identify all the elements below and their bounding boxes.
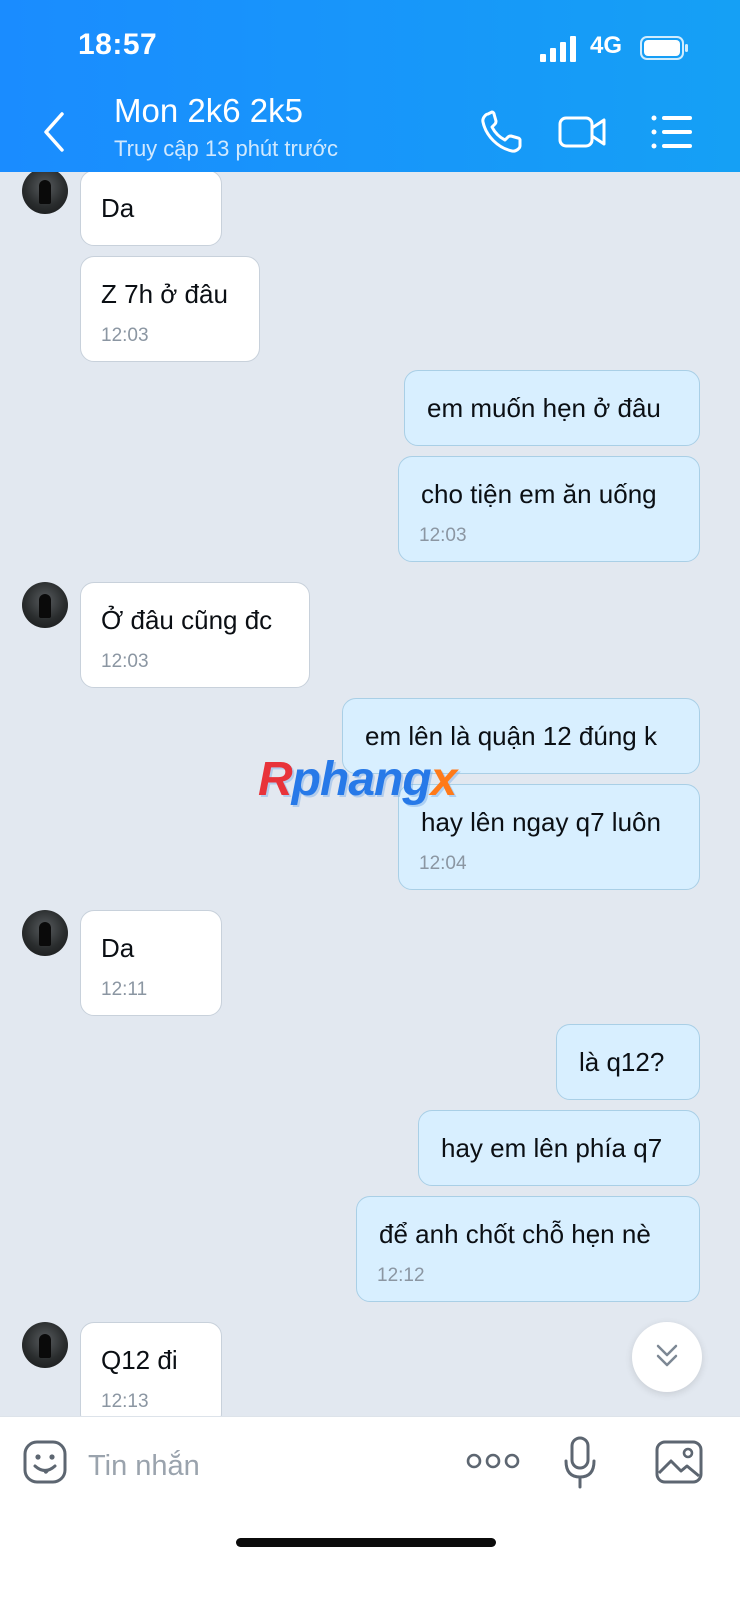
contact-avatar[interactable] [22,582,68,628]
home-indicator[interactable] [236,1538,496,1547]
contact-avatar[interactable] [22,1322,68,1368]
signal-icon [540,36,576,62]
incoming-message[interactable]: Da [80,172,222,246]
microphone-icon[interactable] [562,1435,598,1491]
outgoing-message[interactable]: em muốn hẹn ở đâu [404,370,700,446]
contact-avatar[interactable] [22,910,68,956]
message-list[interactable]: Da Z 7h ở đâu 12:03 em muốn hẹn ở đâu ch… [0,172,740,1444]
message-text: em lên là quận 12 đúng k [365,721,657,751]
message-text: Z 7h ở đâu [101,279,228,309]
message-composer [0,1416,740,1601]
phone-icon[interactable] [476,106,530,158]
message-text: để anh chốt chỗ hẹn nè [379,1219,651,1249]
watermark-logo: Rphangx [258,753,457,806]
contact-avatar[interactable] [22,172,68,214]
message-text: Ở đâu cũng đc [101,605,273,635]
message-text: em muốn hẹn ở đâu [427,393,661,423]
double-chevron-down-icon [656,1344,678,1367]
image-icon[interactable] [654,1439,704,1485]
scroll-to-bottom-button[interactable] [632,1322,702,1392]
chat-header: 18:57 4G Mon 2k6 2k5 Truy cập 13 phút tr… [0,0,740,172]
last-seen-status: Truy cập 13 phút trước [114,136,338,161]
message-time: 12:11 [101,979,148,1000]
outgoing-message[interactable]: để anh chốt chỗ hẹn nè 12:12 [356,1196,700,1302]
message-time: 12:12 [377,1265,425,1286]
message-text: hay em lên phía q7 [441,1133,663,1163]
message-input[interactable] [86,1445,420,1487]
outgoing-message[interactable]: là q12? [556,1024,700,1100]
network-type: 4G [590,32,623,59]
message-time: 12:13 [101,1391,149,1412]
message-text: là q12? [579,1047,665,1077]
message-time: 12:03 [419,525,467,546]
message-text: hay lên ngay q7 luôn [421,807,661,837]
message-time: 12:03 [101,325,149,346]
message-time: 12:04 [419,853,467,874]
incoming-message[interactable]: Ở đâu cũng đc 12:03 [80,582,310,688]
battery-icon [640,36,688,60]
outgoing-message[interactable]: hay em lên phía q7 [418,1110,700,1186]
more-icon[interactable] [466,1451,520,1471]
incoming-message[interactable]: Z 7h ở đâu 12:03 [80,256,260,362]
back-icon[interactable] [38,108,74,156]
menu-icon[interactable] [646,106,700,158]
sticker-icon[interactable] [22,1439,68,1485]
message-text: Da [101,193,135,223]
video-call-icon[interactable] [556,106,610,158]
status-time: 18:57 [78,28,158,61]
message-text: cho tiện em ăn uống [421,479,657,509]
contact-name[interactable]: Mon 2k6 2k5 [114,92,303,130]
message-time: 12:03 [101,651,149,672]
incoming-message[interactable]: Da 12:11 [80,910,222,1016]
message-text: Q12 đi [101,1345,178,1375]
message-text: Da [101,933,135,963]
outgoing-message[interactable]: cho tiện em ăn uống 12:03 [398,456,700,562]
incoming-message[interactable]: Q12 đi 12:13 [80,1322,222,1428]
